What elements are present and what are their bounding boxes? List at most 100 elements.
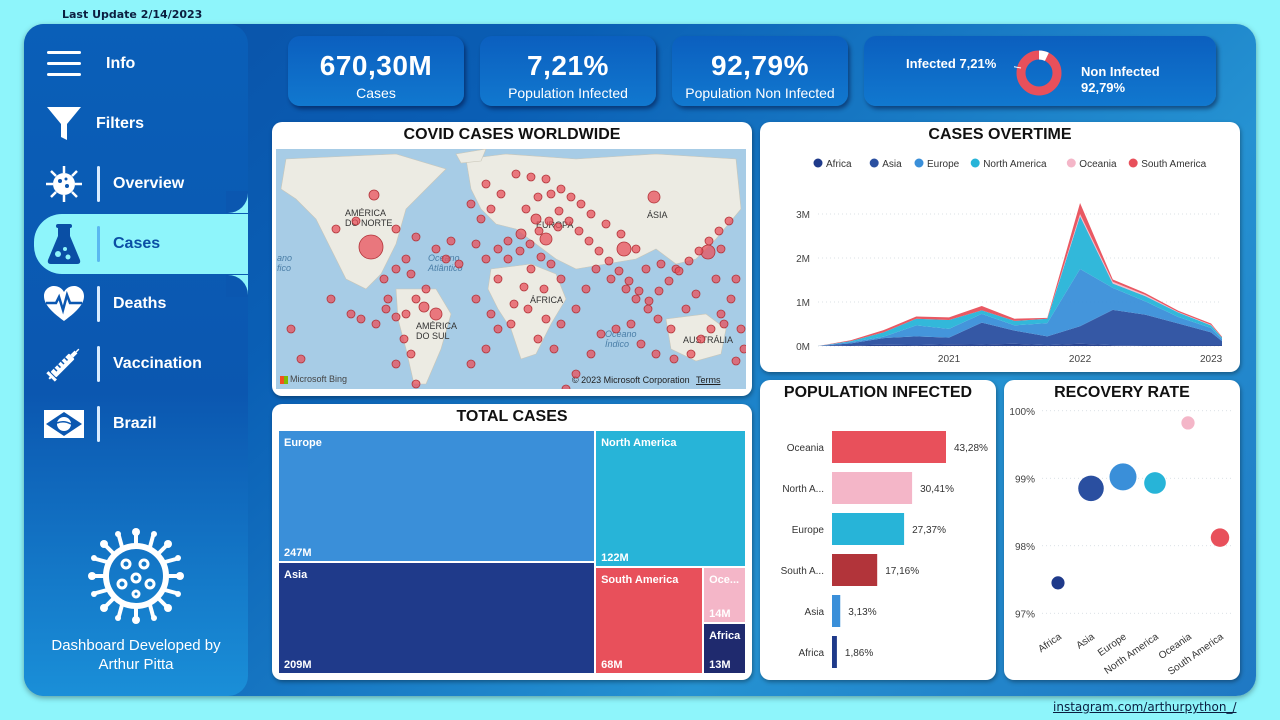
map-bubble[interactable] <box>631 294 641 304</box>
map-bubble[interactable] <box>383 294 393 304</box>
bar[interactable] <box>832 595 841 627</box>
map-bubble[interactable] <box>466 199 476 209</box>
map-bubble[interactable] <box>614 266 624 276</box>
sidebar-item-cases[interactable]: Cases <box>34 214 248 274</box>
map-bubble[interactable] <box>566 192 576 202</box>
map-bubble[interactable] <box>358 234 384 260</box>
map-bubble[interactable] <box>634 286 644 296</box>
map-bubble[interactable] <box>401 309 411 319</box>
map-bubble[interactable] <box>674 266 684 276</box>
map-bubble[interactable] <box>519 282 529 292</box>
map-bubble[interactable] <box>533 334 543 344</box>
map-bubble[interactable] <box>391 359 401 369</box>
map-bubble[interactable] <box>626 319 636 329</box>
map-bubble[interactable] <box>546 259 556 269</box>
map-bubble[interactable] <box>561 384 571 389</box>
map-bubble[interactable] <box>486 204 496 214</box>
map-bubble[interactable] <box>654 286 664 296</box>
map-bubble[interactable] <box>731 356 741 366</box>
map-bubble[interactable] <box>391 312 401 322</box>
scatter-point[interactable] <box>1181 416 1195 430</box>
map-bubble[interactable] <box>616 229 626 239</box>
recovery-rate-chart[interactable]: 97%98%99%100%Africa Asia EuropeNorth Ameri… <box>1004 380 1240 680</box>
map-bubble[interactable] <box>739 344 746 354</box>
map-bubble[interactable] <box>704 236 714 246</box>
map-bubble[interactable] <box>596 329 606 339</box>
map-bubble[interactable] <box>534 226 544 236</box>
map-bubble[interactable] <box>664 276 674 286</box>
map-bubble[interactable] <box>539 232 553 246</box>
map-bubble[interactable] <box>515 246 525 256</box>
map-bubble[interactable] <box>536 252 546 262</box>
map-bubble[interactable] <box>471 239 481 249</box>
bar[interactable] <box>832 636 837 668</box>
sidebar-item-brazil[interactable]: Brazil <box>24 396 248 452</box>
map-bubble[interactable] <box>601 219 611 229</box>
map-bubble[interactable] <box>506 319 516 329</box>
map-bubble[interactable] <box>731 274 741 284</box>
map-bubble[interactable] <box>553 222 563 232</box>
map-bubble[interactable] <box>496 189 506 199</box>
map-bubble[interactable] <box>636 339 646 349</box>
map-bubble[interactable] <box>736 324 746 334</box>
map-bubble[interactable] <box>411 294 421 304</box>
map-bubble[interactable] <box>525 239 535 249</box>
map-bubble[interactable] <box>624 276 634 286</box>
map-bubble[interactable] <box>521 204 531 214</box>
map-bubble[interactable] <box>511 169 521 179</box>
bar[interactable] <box>832 431 946 463</box>
map-bubble[interactable] <box>356 314 366 324</box>
map-bubble[interactable] <box>556 184 566 194</box>
map-bubble[interactable] <box>481 254 491 264</box>
map-bubble[interactable] <box>371 319 381 329</box>
map-bubble[interactable] <box>576 199 586 209</box>
map-bubble[interactable] <box>647 190 661 204</box>
map-bubble[interactable] <box>493 274 503 284</box>
map-bubble[interactable] <box>653 314 663 324</box>
map-bubble[interactable] <box>571 369 581 379</box>
map-bubble[interactable] <box>541 174 551 184</box>
map-bubble[interactable] <box>556 319 566 329</box>
map-bubble[interactable] <box>716 309 726 319</box>
map-bubble[interactable] <box>651 349 661 359</box>
map-bubble[interactable] <box>586 209 596 219</box>
map-bubble[interactable] <box>696 334 706 344</box>
map-bubble[interactable] <box>726 294 736 304</box>
map-bubble[interactable] <box>539 284 549 294</box>
map-bubble[interactable] <box>379 274 389 284</box>
map-bubble[interactable] <box>441 254 451 264</box>
sidebar-item-info[interactable]: Info <box>24 36 248 92</box>
map-bubble[interactable] <box>493 324 503 334</box>
map-bubble[interactable] <box>411 232 421 242</box>
sidebar-item-vaccination[interactable]: Vaccination <box>24 336 248 392</box>
map-bubble[interactable] <box>621 284 631 294</box>
map-bubble[interactable] <box>523 304 533 314</box>
map-bubble[interactable] <box>606 274 616 284</box>
map-bubble[interactable] <box>641 264 651 274</box>
map-bubble[interactable] <box>571 304 581 314</box>
map-bubble[interactable] <box>546 189 556 199</box>
map-bubble[interactable] <box>716 244 726 254</box>
map-bubble[interactable] <box>411 379 421 389</box>
map-bubble[interactable] <box>706 324 716 334</box>
scatter-point[interactable] <box>1051 576 1065 590</box>
scatter-point[interactable] <box>1078 475 1104 502</box>
map-bubble[interactable] <box>611 324 621 334</box>
treemap-tile-africa[interactable]: Africa 13M <box>703 622 746 674</box>
map-bubble[interactable] <box>391 264 401 274</box>
map-bubble[interactable] <box>296 354 306 364</box>
map-bubble[interactable] <box>586 349 596 359</box>
map-bubble[interactable] <box>656 259 666 269</box>
map-bubble[interactable] <box>481 344 491 354</box>
map-bubble[interactable] <box>681 304 691 314</box>
map-bubble[interactable] <box>694 246 704 256</box>
map-bubble[interactable] <box>631 244 641 254</box>
scatter-point[interactable] <box>1210 528 1230 547</box>
sidebar-item-filters[interactable]: Filters <box>24 96 248 152</box>
map-bubble[interactable] <box>669 354 679 364</box>
map-bubble[interactable] <box>476 214 486 224</box>
bar[interactable] <box>832 472 913 504</box>
map-bubble[interactable] <box>581 284 591 294</box>
map-bubble[interactable] <box>686 349 696 359</box>
map-bubble[interactable] <box>401 254 411 264</box>
